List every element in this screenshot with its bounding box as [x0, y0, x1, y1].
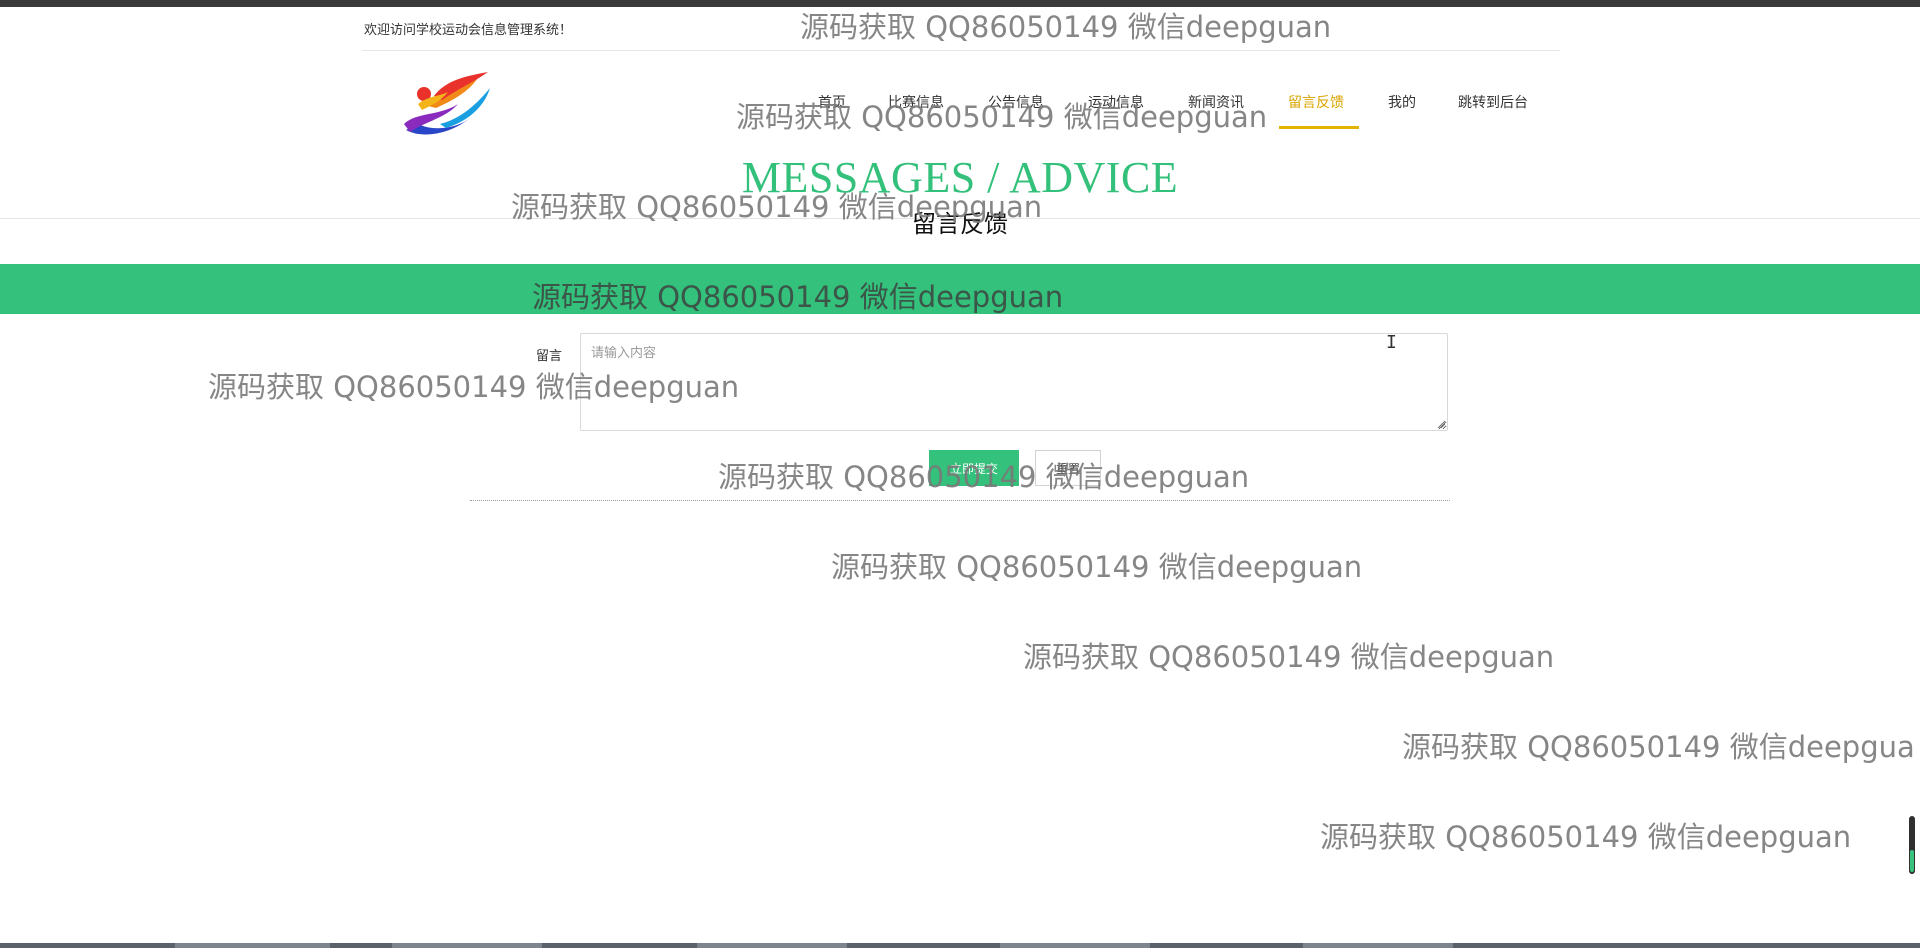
nav-item-admin[interactable]: 跳转到后台	[1458, 92, 1528, 112]
scrollbar-thumb[interactable]	[1910, 850, 1914, 872]
watermark-text: 源码获取 QQ86050149 微信deepguan	[1023, 640, 1555, 674]
taskbar-item[interactable]	[392, 943, 542, 948]
welcome-bar: 欢迎访问学校运动会信息管理系统！	[362, 14, 1560, 51]
watermark-text: 源码获取 QQ86050149 微信deepguan	[1320, 820, 1852, 854]
taskbar-item[interactable]	[1303, 943, 1453, 948]
text-cursor-icon: I	[1386, 332, 1397, 353]
watermark-text: 源码获取 QQ86050149 微信deepgua	[1402, 730, 1915, 764]
resize-grip-icon[interactable]	[1436, 419, 1446, 429]
watermark-text: 源码获取 QQ86050149 微信deepguan	[831, 550, 1363, 584]
browser-top-strip	[0, 0, 1920, 7]
page-title: 留言反馈	[912, 211, 1008, 238]
nav-item-mine[interactable]: 我的	[1388, 92, 1416, 112]
nav-item-sports[interactable]: 运动信息	[1088, 92, 1144, 112]
taskbar-item[interactable]	[1000, 943, 1150, 948]
form-divider	[470, 500, 1450, 501]
nav-item-feedback[interactable]: 留言反馈	[1288, 92, 1344, 112]
welcome-text: 欢迎访问学校运动会信息管理系统！	[364, 22, 573, 37]
nav-item-home[interactable]: 首页	[818, 92, 846, 112]
taskbar	[0, 943, 1920, 948]
reset-button[interactable]: 重置	[1035, 450, 1101, 486]
nav-item-matches[interactable]: 比赛信息	[888, 92, 944, 112]
nav-item-announcements[interactable]: 公告信息	[988, 92, 1044, 112]
taskbar-item[interactable]	[175, 943, 330, 948]
taskbar-item[interactable]	[697, 943, 847, 948]
submit-button[interactable]: 立即提交	[929, 450, 1019, 486]
nav-active-underline	[1279, 126, 1359, 129]
message-textarea[interactable]	[580, 333, 1448, 431]
green-banner	[0, 264, 1920, 314]
page-title-en: MESSAGES / ADVICE	[741, 153, 1179, 202]
message-label: 留言	[536, 348, 563, 363]
site-logo[interactable]	[400, 66, 496, 142]
nav-item-news[interactable]: 新闻资讯	[1188, 92, 1244, 112]
